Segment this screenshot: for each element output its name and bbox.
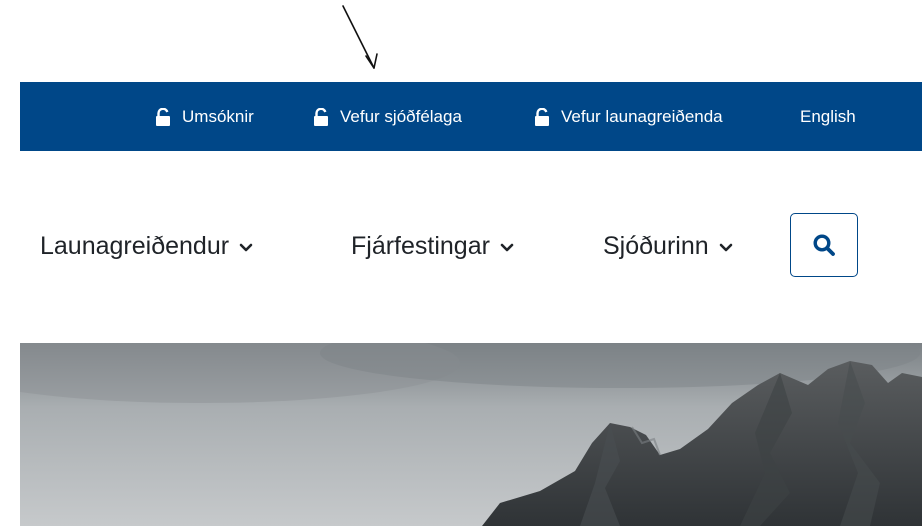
chevron-down-icon (719, 243, 732, 251)
annotation-arrow-icon (342, 5, 378, 69)
hero-image (20, 343, 922, 526)
nav-item-label: Sjóðurinn (603, 231, 709, 260)
nav-item-label: Fjárfestingar (351, 231, 490, 260)
nav-item-label: Launagreiðendur (40, 231, 230, 260)
utility-link-label: English (800, 106, 856, 126)
nav-item-fjarfestingar[interactable]: Fjárfestingar (351, 222, 514, 270)
search-icon (813, 234, 835, 256)
utility-link-english[interactable]: English (800, 82, 856, 151)
mountain-landscape-image (20, 343, 922, 526)
search-button[interactable] (790, 213, 858, 277)
utility-link-label: Umsóknir (182, 106, 254, 126)
lock-open-icon (156, 107, 170, 126)
lock-open-icon (535, 107, 549, 126)
nav-item-launagreidendur[interactable]: Launagreiðendur (40, 222, 253, 270)
page: Umsóknir Vefur sjóðfélaga Vefur launagre… (0, 0, 922, 526)
chevron-down-icon (500, 243, 514, 251)
utility-link-label: Vefur sjóðfélaga (340, 106, 462, 126)
utility-link-vefur-sjodfelaga[interactable]: Vefur sjóðfélaga (313, 82, 462, 151)
chevron-down-icon (239, 243, 253, 251)
utility-link-label: Vefur launagreiðenda (561, 106, 723, 126)
nav-item-sjodurinn[interactable]: Sjóðurinn (603, 222, 733, 270)
utility-bar: Umsóknir Vefur sjóðfélaga Vefur launagre… (20, 82, 922, 151)
utility-link-umsoknir[interactable]: Umsóknir (155, 82, 254, 151)
utility-link-vefur-launagreidenda[interactable]: Vefur launagreiðenda (534, 82, 723, 151)
lock-open-icon (314, 107, 328, 126)
